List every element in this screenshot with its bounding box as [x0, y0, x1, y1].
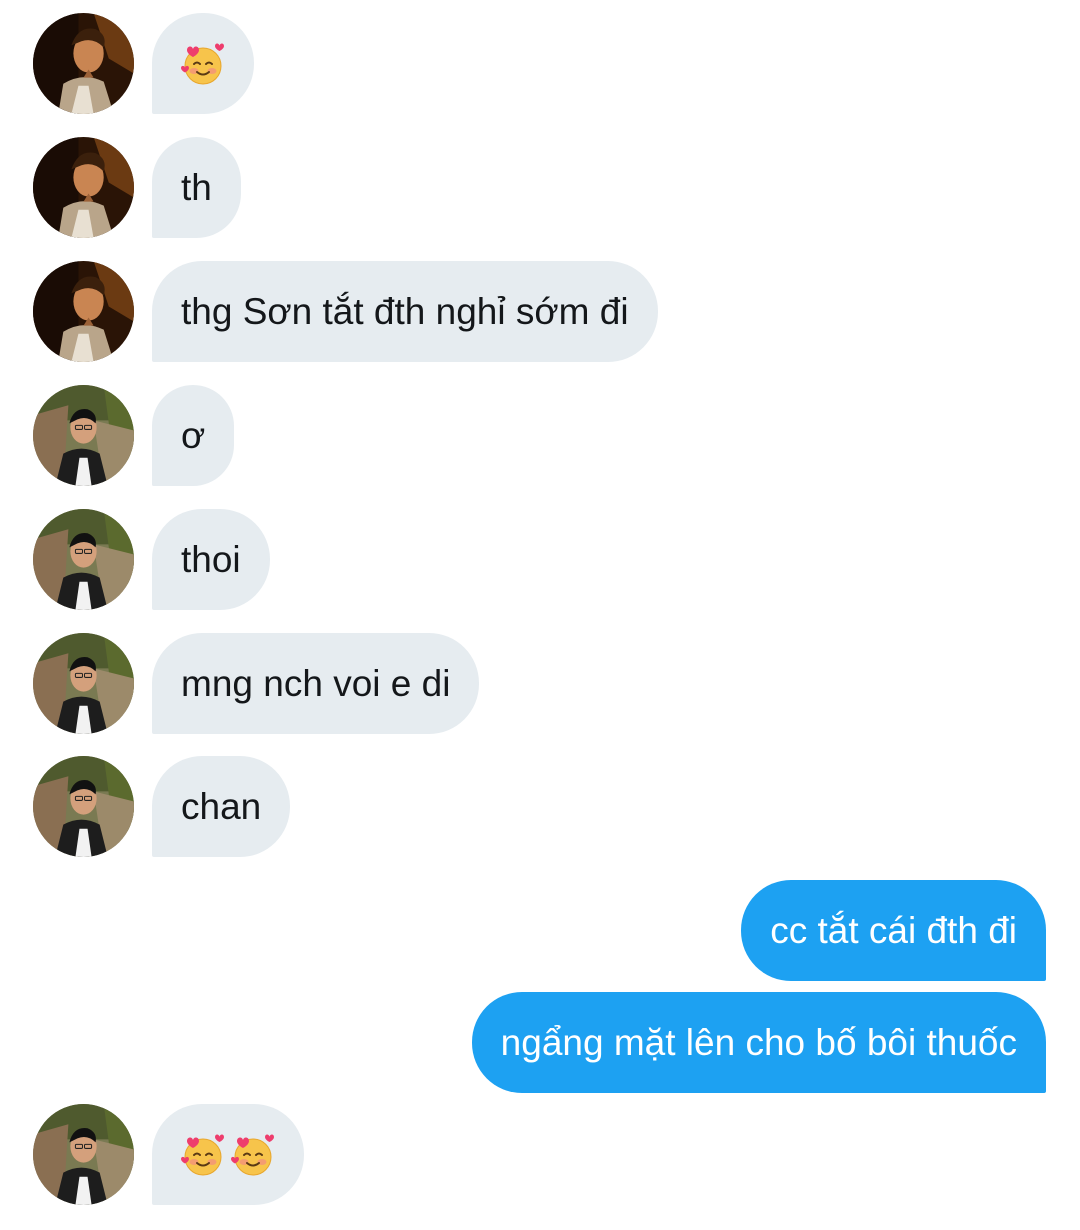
avatar[interactable] [33, 261, 134, 362]
message-thread: th thg Sơn tắt đth nghỉ sớm đi ơ thoi mn… [0, 0, 1080, 1230]
message-bubble[interactable]: th [152, 137, 241, 238]
message-bubble[interactable] [152, 1104, 304, 1205]
message-bubble[interactable]: ơ [152, 385, 235, 486]
message-bubble[interactable]: ngẩng mặt lên cho bố bôi thuốc [471, 992, 1046, 1093]
avatar-image [33, 633, 134, 734]
avatar[interactable] [33, 385, 134, 486]
avatar-image [33, 261, 134, 362]
smiling-face-with-hearts-emoji-icon [179, 40, 227, 88]
smiling-face-with-hearts-emoji-icon [229, 1131, 277, 1179]
avatar[interactable] [33, 509, 134, 610]
avatar-image [33, 756, 134, 857]
avatar[interactable] [33, 13, 134, 114]
smiling-face-with-hearts-emoji-icon [179, 1131, 227, 1179]
avatar[interactable] [33, 756, 134, 857]
avatar[interactable] [33, 137, 134, 238]
avatar[interactable] [33, 633, 134, 734]
message-bubble[interactable] [152, 13, 254, 114]
message-bubble[interactable]: mng nch voi e di [152, 633, 480, 734]
avatar-image [33, 1104, 134, 1205]
message-bubble[interactable]: thoi [152, 509, 270, 610]
avatar-image [33, 13, 134, 114]
avatar-image [33, 385, 134, 486]
message-bubble[interactable]: chan [152, 756, 291, 857]
message-bubble[interactable]: thg Sơn tắt đth nghỉ sớm đi [152, 261, 658, 362]
avatar-image [33, 509, 134, 610]
avatar-image [33, 137, 134, 238]
avatar[interactable] [33, 1104, 134, 1205]
message-bubble[interactable]: cc tắt cái đth đi [741, 880, 1046, 981]
